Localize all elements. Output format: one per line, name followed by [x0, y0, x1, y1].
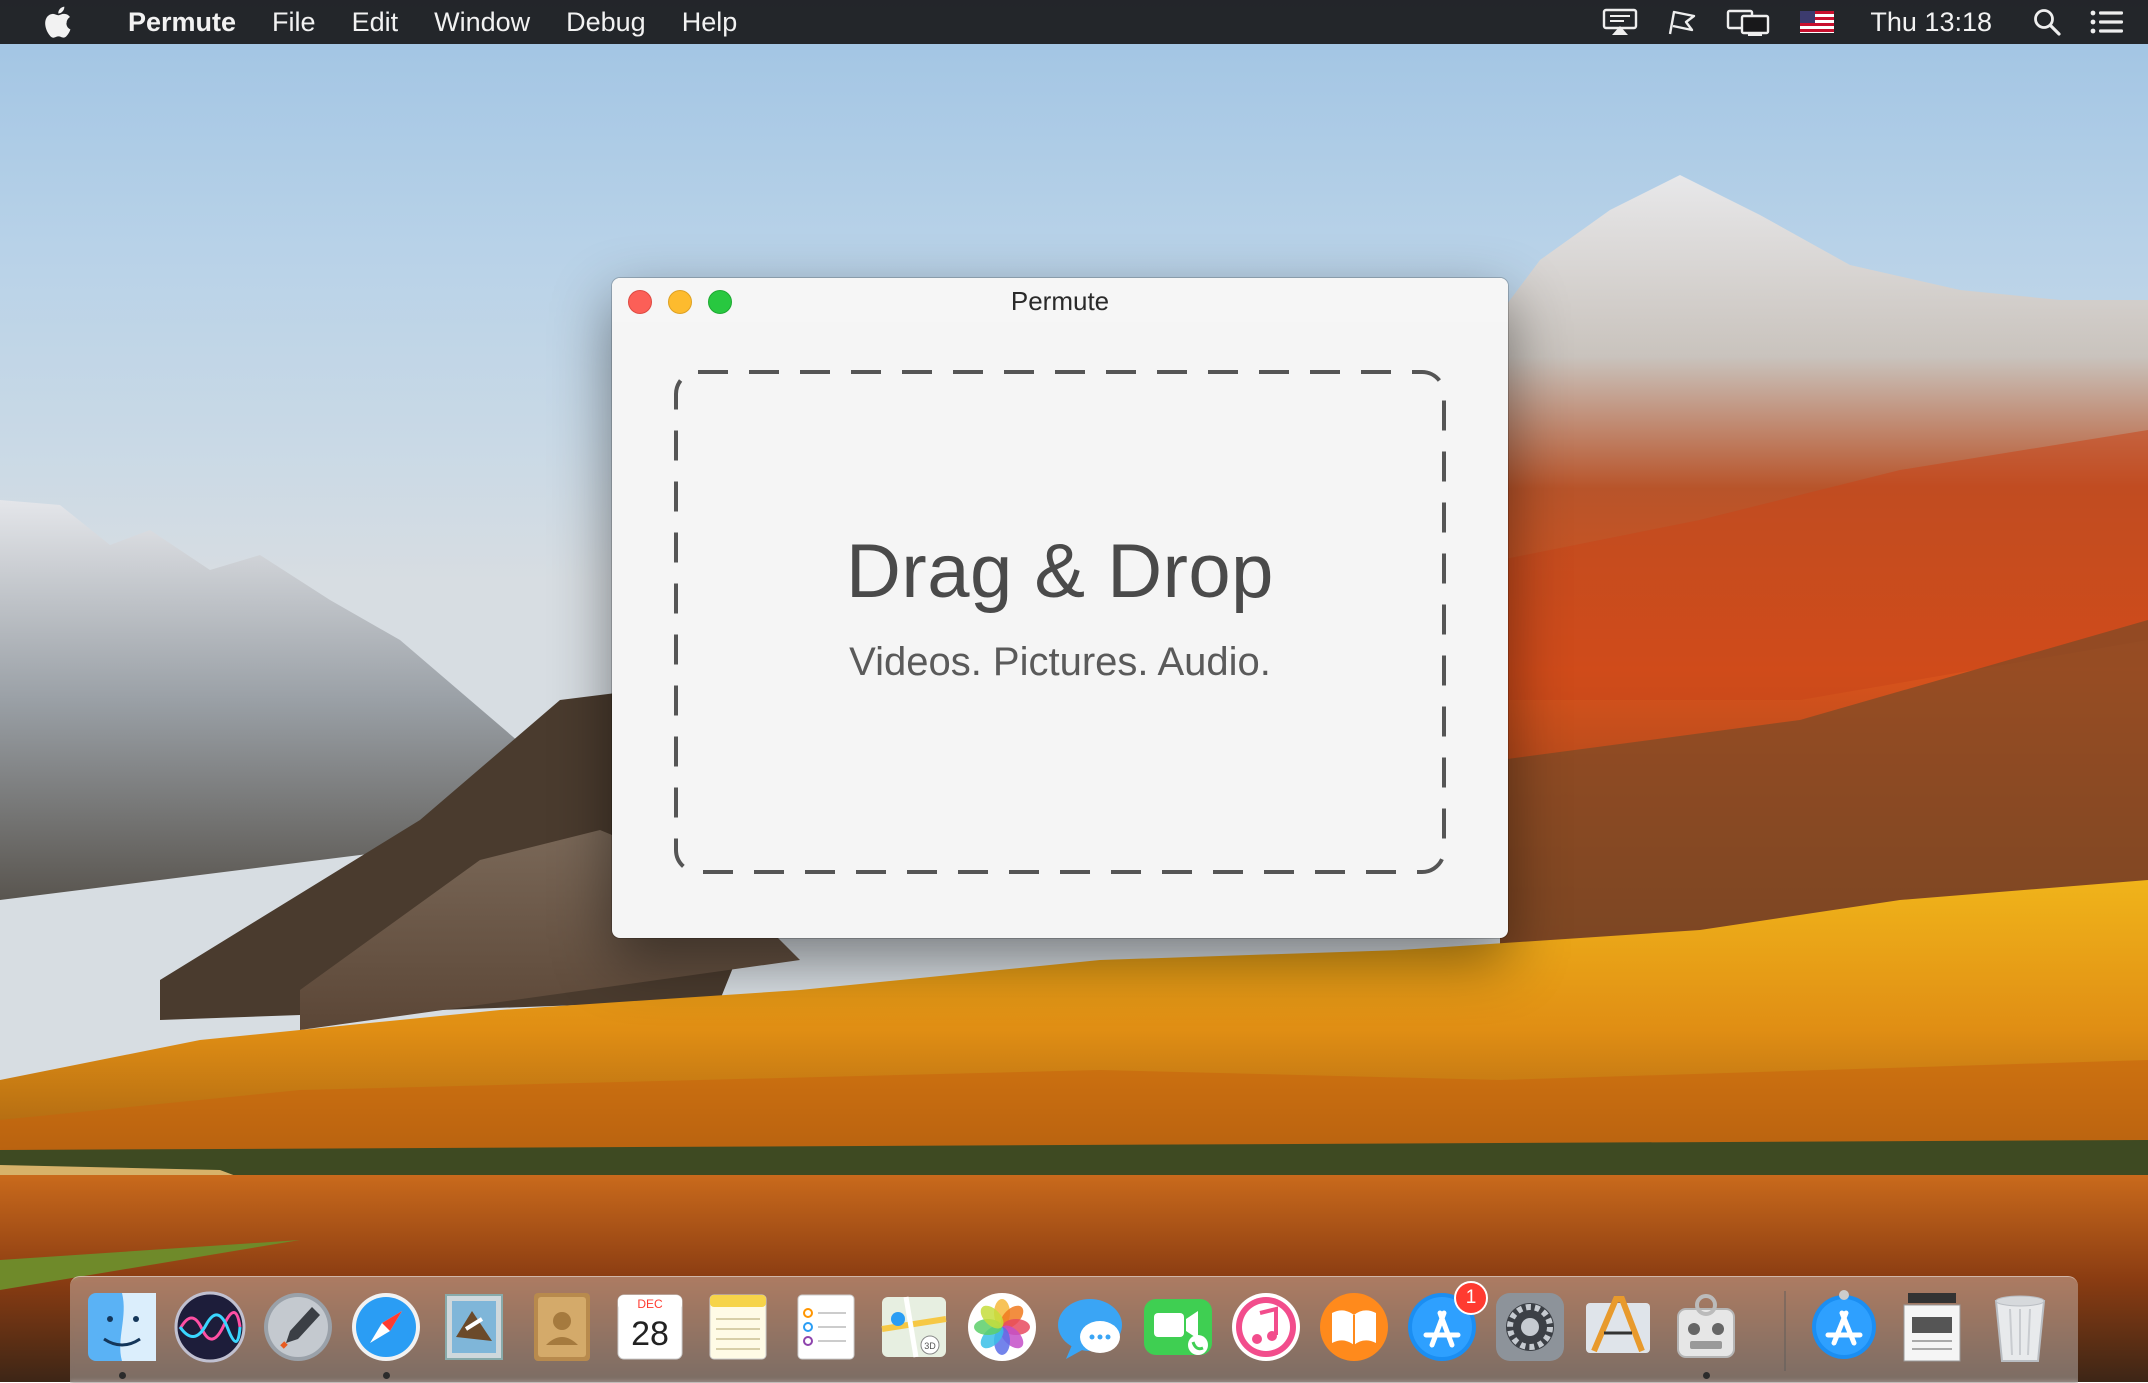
- notes-icon[interactable]: [700, 1289, 776, 1365]
- app-store-icon[interactable]: 1: [1404, 1281, 1488, 1365]
- permute-app-icon[interactable]: [1668, 1289, 1744, 1379]
- notification-badge: 1: [1454, 1281, 1488, 1315]
- menu-help[interactable]: Help: [664, 0, 756, 44]
- calendar-day: 28: [631, 1315, 669, 1353]
- menu-bar: Permute File Edit Window Debug Help Thu …: [0, 0, 2148, 44]
- us-flag-input-icon[interactable]: [1786, 0, 1848, 44]
- app-menu[interactable]: Permute: [108, 0, 254, 44]
- notification-center-icon[interactable]: [2076, 0, 2148, 44]
- photos-icon[interactable]: [964, 1289, 1040, 1365]
- drop-zone[interactable]: Drag & Drop Videos. Pictures. Audio.: [674, 370, 1446, 874]
- launchpad-icon[interactable]: [260, 1289, 336, 1365]
- safari-icon[interactable]: [348, 1289, 424, 1379]
- permute-window: Permute Drag & Drop Videos. Pictures. Au…: [612, 278, 1508, 938]
- calendar-icon[interactable]: DEC 28: [612, 1289, 688, 1365]
- maps-icon[interactable]: 3D: [876, 1289, 952, 1365]
- reminders-icon[interactable]: [788, 1289, 864, 1365]
- app-store-downloads-icon[interactable]: [1806, 1289, 1882, 1365]
- instruments-icon[interactable]: [1580, 1289, 1656, 1365]
- display-mirroring-icon[interactable]: [1712, 0, 1786, 44]
- system-preferences-icon[interactable]: [1492, 1289, 1568, 1365]
- finder-icon[interactable]: [84, 1289, 160, 1379]
- messages-icon[interactable]: [1052, 1289, 1128, 1365]
- apple-menu-icon[interactable]: [38, 6, 78, 38]
- menu-bar-clock[interactable]: Thu 13:18: [1848, 7, 2018, 38]
- drop-zone-title: Drag & Drop: [846, 529, 1274, 614]
- running-indicator: [1703, 1372, 1710, 1379]
- window-title: Permute: [1010, 286, 1110, 316]
- calendar-month: DEC: [637, 1297, 663, 1311]
- siri-icon[interactable]: [172, 1289, 248, 1365]
- spotlight-search-icon[interactable]: [2018, 0, 2076, 44]
- contacts-icon[interactable]: [524, 1289, 600, 1365]
- running-indicator: [119, 1372, 126, 1379]
- facetime-icon[interactable]: [1140, 1289, 1216, 1365]
- document-stack-icon[interactable]: [1894, 1289, 1970, 1365]
- itunes-icon[interactable]: [1228, 1289, 1304, 1365]
- menu-window[interactable]: Window: [416, 0, 548, 44]
- window-titlebar[interactable]: Permute: [612, 278, 1508, 322]
- running-indicator: [383, 1372, 390, 1379]
- airplay-display-icon[interactable]: [1588, 0, 1652, 44]
- ibooks-icon[interactable]: [1316, 1289, 1392, 1365]
- trash-icon[interactable]: [1982, 1289, 2058, 1365]
- dock: DEC 28 3D 1: [70, 1276, 2078, 1383]
- flag-icon[interactable]: [1652, 0, 1712, 44]
- drop-zone-subtitle: Videos. Pictures. Audio.: [849, 640, 1271, 684]
- dock-separator: [1784, 1291, 1786, 1371]
- menu-debug[interactable]: Debug: [548, 0, 664, 44]
- svg-text:3D: 3D: [924, 1341, 936, 1351]
- mail-icon[interactable]: [436, 1289, 512, 1365]
- menu-file[interactable]: File: [254, 0, 334, 44]
- menu-edit[interactable]: Edit: [334, 0, 417, 44]
